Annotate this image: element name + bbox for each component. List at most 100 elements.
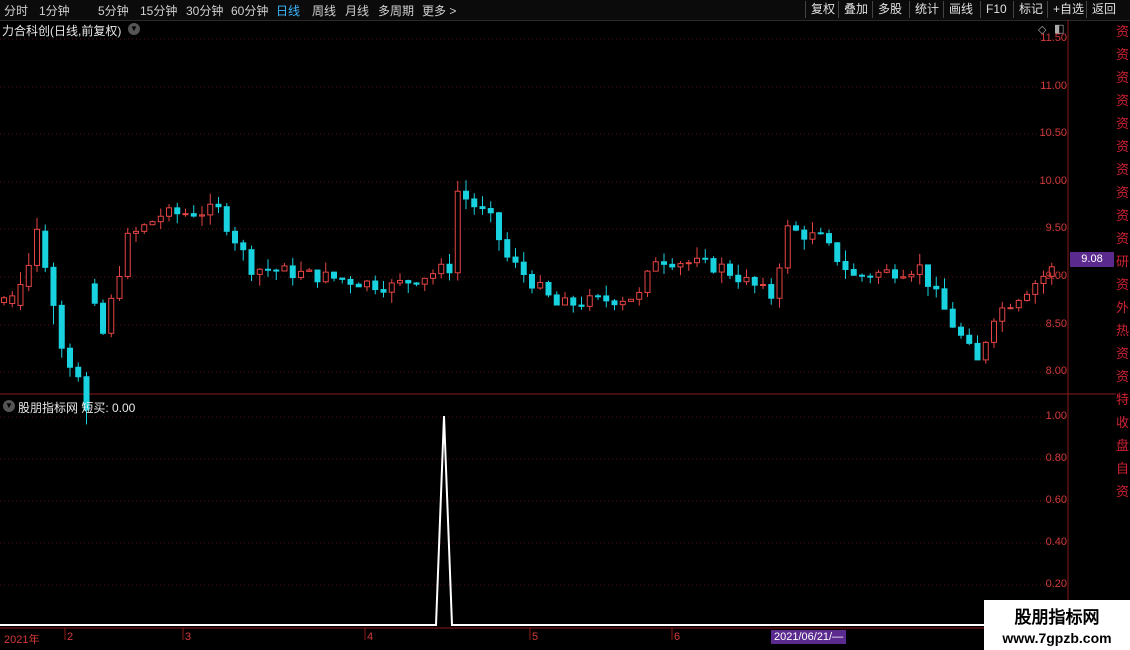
candle-up bbox=[1015, 299, 1022, 309]
candle-up bbox=[438, 263, 445, 275]
candle-up bbox=[991, 320, 997, 343]
candle-down bbox=[446, 263, 453, 274]
candle-down bbox=[793, 225, 799, 231]
candle-up bbox=[743, 276, 750, 283]
price-tick: 10.50 bbox=[1039, 127, 1067, 139]
candle-down bbox=[710, 258, 717, 273]
candle-down bbox=[553, 294, 560, 306]
candle-down bbox=[487, 208, 494, 214]
price-tick: 10.00 bbox=[1039, 175, 1067, 187]
candle-down bbox=[331, 271, 337, 279]
candle-up bbox=[677, 263, 684, 268]
candle-up bbox=[157, 215, 164, 223]
candle-down bbox=[850, 269, 857, 276]
candle-up bbox=[718, 263, 725, 273]
candle-up bbox=[809, 232, 816, 240]
price-tick: 9.50 bbox=[1045, 222, 1067, 234]
candle-up bbox=[133, 230, 139, 234]
candle-down bbox=[504, 239, 511, 258]
side-info-strip[interactable]: 资资资资资资资资资资研资外热资资特收盘自资 bbox=[1116, 20, 1130, 630]
candle-down bbox=[801, 229, 808, 240]
candle-down bbox=[669, 263, 676, 268]
candle-down bbox=[223, 206, 230, 232]
candle-down bbox=[949, 308, 956, 328]
price-tick: 11.50 bbox=[1040, 32, 1067, 44]
candle-up bbox=[421, 277, 428, 285]
candle-up bbox=[619, 300, 626, 306]
candle-up bbox=[281, 265, 288, 272]
candle-up bbox=[166, 207, 172, 217]
candle-up bbox=[454, 190, 461, 274]
candle-up bbox=[17, 283, 24, 306]
candle-up bbox=[34, 228, 40, 266]
candle-up bbox=[25, 264, 32, 287]
candle-up bbox=[982, 341, 989, 361]
candle-down bbox=[958, 326, 964, 336]
candle-down bbox=[933, 285, 940, 290]
candle-up bbox=[908, 273, 915, 278]
candle-down bbox=[265, 268, 271, 271]
price-tick: 11.00 bbox=[1040, 80, 1067, 92]
candle-down bbox=[463, 190, 469, 200]
candle-down bbox=[413, 282, 420, 285]
price-grid bbox=[0, 38, 1068, 586]
time-label: 2021年 bbox=[4, 634, 40, 646]
time-label: 4 bbox=[367, 631, 374, 643]
candle-up bbox=[1007, 307, 1014, 310]
candle-down bbox=[248, 249, 255, 275]
candle-down bbox=[578, 304, 585, 307]
candle-down bbox=[372, 280, 379, 291]
candle-down bbox=[817, 232, 824, 235]
watermark-url: www.7gpzb.com bbox=[1002, 630, 1112, 646]
candle-up bbox=[694, 257, 700, 264]
candle-down bbox=[826, 233, 832, 244]
candle-up bbox=[685, 262, 692, 265]
candle-down bbox=[314, 269, 321, 283]
candle-down bbox=[232, 230, 238, 244]
candle-down bbox=[520, 261, 527, 275]
candle-down bbox=[512, 256, 519, 263]
price-tick: 8.50 bbox=[1045, 318, 1067, 330]
candle-up bbox=[388, 282, 395, 293]
time-label: 6 bbox=[674, 631, 681, 643]
candle-down bbox=[925, 264, 931, 287]
kline-chart bbox=[0, 20, 1116, 640]
candle-up bbox=[430, 273, 436, 279]
time-label: 3 bbox=[185, 631, 192, 643]
candle-up bbox=[149, 221, 156, 226]
candle-up bbox=[199, 214, 205, 217]
candle-down bbox=[966, 334, 973, 344]
candle-up bbox=[1, 297, 7, 304]
candle-up bbox=[256, 268, 263, 275]
candle-up bbox=[1024, 293, 1030, 301]
candle-up bbox=[784, 225, 791, 269]
candle-up bbox=[124, 232, 131, 278]
candle-up bbox=[636, 291, 643, 300]
candle-up bbox=[1032, 283, 1039, 295]
candle-down bbox=[91, 283, 98, 304]
cursor-date-tag: 2021/06/21/— bbox=[771, 630, 847, 644]
candle-down bbox=[67, 347, 73, 368]
candle-up bbox=[900, 276, 907, 279]
candle-down bbox=[595, 295, 601, 298]
candle-up bbox=[883, 269, 890, 273]
candle-down bbox=[834, 242, 841, 262]
candle-up bbox=[397, 280, 403, 284]
candle-down bbox=[768, 284, 775, 299]
candle-down bbox=[867, 275, 874, 278]
candle-up bbox=[776, 267, 783, 299]
candle-down bbox=[471, 198, 478, 208]
candle-up bbox=[141, 224, 148, 232]
current-price-tag: 9.08 bbox=[1070, 252, 1114, 267]
candle-down bbox=[603, 295, 610, 302]
candle-down bbox=[355, 283, 362, 288]
candle-down bbox=[702, 257, 709, 260]
candle-down bbox=[405, 280, 412, 284]
candle-down bbox=[842, 260, 849, 271]
time-label: 2 bbox=[67, 631, 74, 643]
candle-up bbox=[644, 270, 651, 293]
indicator-tick: 0.20 bbox=[1045, 578, 1067, 590]
candle-down bbox=[174, 207, 181, 215]
candle-up bbox=[116, 276, 123, 299]
chevron-down-icon[interactable]: ▼ bbox=[3, 400, 15, 412]
